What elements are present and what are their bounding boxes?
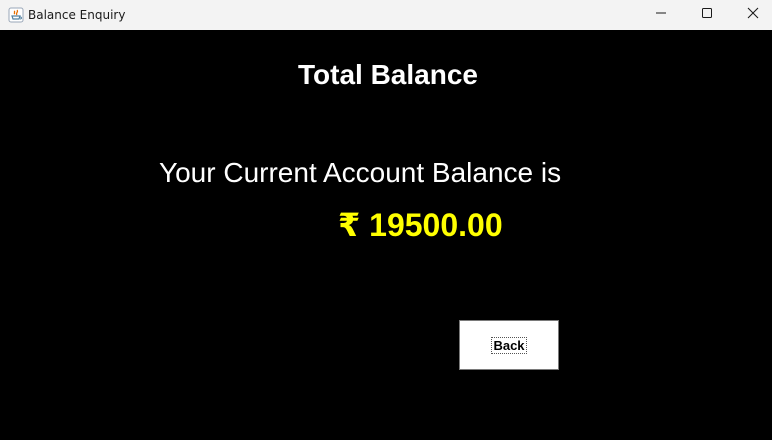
balance-label: Your Current Account Balance is <box>159 157 562 188</box>
close-icon <box>747 6 759 24</box>
minimize-button[interactable] <box>638 0 684 30</box>
window-title: Balance Enquiry <box>28 8 126 22</box>
maximize-button[interactable] <box>684 0 730 30</box>
minimize-icon <box>655 6 667 24</box>
balance-enquiry-window: Balance Enquiry Total Balance Your Curre… <box>0 0 772 440</box>
title-bar[interactable]: Balance Enquiry <box>0 0 772 30</box>
content-panel: Total Balance Your Current Account Balan… <box>0 30 772 440</box>
maximize-icon <box>701 6 713 24</box>
close-button[interactable] <box>730 0 772 30</box>
java-icon <box>8 7 24 23</box>
balance-amount: ₹ 19500.00 <box>338 207 503 243</box>
back-button-label: Back <box>491 336 527 354</box>
page-title: Total Balance <box>298 59 478 90</box>
back-button[interactable]: Back <box>459 320 559 370</box>
